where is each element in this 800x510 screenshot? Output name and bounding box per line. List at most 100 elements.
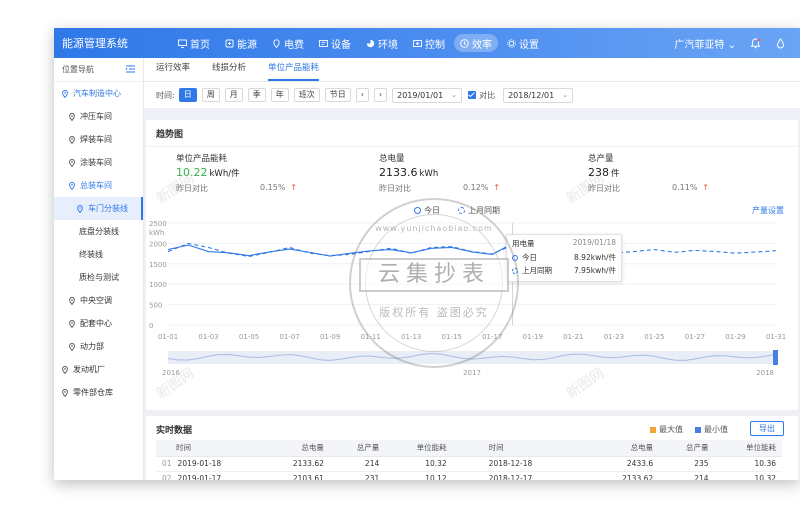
location-pin-icon	[68, 181, 76, 190]
export-button[interactable]: 导出	[750, 421, 784, 436]
brush-year-label: 2017	[463, 369, 481, 377]
compare-date-value: 2018/12/01	[508, 90, 555, 100]
y-tick-label: 1500	[149, 261, 167, 269]
tab-1[interactable]: 线损分析	[212, 57, 246, 81]
sidebar-item-5[interactable]: 车门分装线	[54, 197, 143, 220]
period-button-2[interactable]: 月	[224, 88, 243, 102]
table-header-cell: 总电量	[260, 440, 330, 457]
circle-icon	[512, 254, 518, 261]
prev-button[interactable]: ‹	[355, 88, 369, 102]
nav-item-0[interactable]: 首页	[172, 34, 216, 52]
table-cell: 214	[329, 456, 386, 472]
location-pin-icon	[68, 135, 76, 144]
chevron-down-icon: ⌄	[727, 39, 736, 51]
sidebar-item-6[interactable]: 底盘分装线	[54, 220, 143, 243]
sidebar-item-4[interactable]: 总装车间	[54, 174, 143, 197]
compare-checkbox[interactable]	[468, 91, 477, 99]
x-tick-label: 01-09	[320, 333, 340, 341]
sidebar-item-12[interactable]: 发动机厂	[54, 358, 143, 381]
app-title: 能源管理系统	[62, 37, 128, 50]
nav-item-4[interactable]: 环境	[360, 34, 404, 52]
kpi-value: 10.22	[176, 166, 208, 179]
sidebar-item-7[interactable]: 终装线	[54, 243, 143, 266]
nav-item-label: 环境	[378, 39, 398, 51]
sidebar-item-2[interactable]: 焊装车间	[54, 128, 143, 151]
period-button-3[interactable]: 季	[247, 88, 266, 102]
series-line-1	[167, 242, 777, 258]
kpi-compare-pct: 0.12%	[463, 183, 489, 192]
sidebar-item-label: 冲压车间	[80, 112, 112, 121]
bell-icon[interactable]	[750, 37, 761, 49]
next-button[interactable]: ›	[373, 88, 388, 102]
legend-min: 最小值	[695, 424, 728, 435]
table-cell: 2133.62	[590, 471, 660, 480]
sidebar-item-10[interactable]: 配套中心	[54, 312, 143, 335]
period-button-6[interactable]: 节日	[324, 88, 351, 102]
table-header-cell: 总产量	[659, 440, 715, 457]
table-header-cell: 单位能耗	[385, 440, 453, 457]
compare-date-picker[interactable]: 2018/12/01 ⌄	[503, 87, 574, 103]
drop-icon[interactable]	[775, 37, 786, 49]
sidebar-item-3[interactable]: 涂装车间	[54, 151, 143, 174]
pie-icon	[366, 39, 375, 48]
dashed-circle-icon	[458, 207, 465, 214]
nav-item-label: 首页	[190, 39, 210, 51]
sidebar-item-0[interactable]: 汽车制造中心	[54, 82, 143, 105]
sidebar-tree: 汽车制造中心冲压车间焊装车间涂装车间总装车间车门分装线底盘分装线终装线 质检与测试…	[54, 82, 143, 404]
user-menu[interactable]: 广汽菲亚特 ⌄	[674, 36, 736, 51]
location-pin-icon	[68, 158, 76, 167]
period-button-5[interactable]: 班次	[293, 88, 320, 102]
x-tick-label: 01-29	[725, 333, 745, 341]
x-tick-label: 01-01	[158, 333, 178, 341]
sidebar-header: 位置导航	[54, 58, 143, 82]
kpi-unit: kWh/件	[209, 169, 240, 179]
nav-item-2[interactable]: 电费	[266, 34, 310, 52]
divider	[146, 146, 798, 147]
row-index: 01	[156, 456, 172, 472]
nav-item-5[interactable]: 控制	[407, 34, 451, 52]
sidebar-item-13[interactable]: 零件部仓库	[54, 381, 143, 404]
tooltip-row-label: 今日	[522, 253, 537, 262]
nav-item-6[interactable]: 效率	[454, 34, 498, 52]
sidebar-item-label: 底盘分装线	[79, 227, 119, 236]
nav-item-7[interactable]: 设置	[501, 34, 545, 52]
nav-item-label: 控制	[425, 39, 445, 51]
table-cell: 10.36	[714, 456, 782, 472]
location-pin-icon	[61, 365, 69, 374]
sidebar-item-9[interactable]: 中央空调	[54, 289, 143, 312]
main-content: 运行效率 线损分析 单位产品能耗 时间: 日周月季年班次 节日 ‹ › 2019/01…	[144, 58, 800, 480]
sidebar-item-8[interactable]: 质检与测试	[54, 266, 143, 289]
table-body: 01 2019-01-18 2133.62 214 10.32 2018-12-18 243…	[156, 456, 782, 480]
brush-handle[interactable]	[773, 350, 778, 365]
table-row: 02 2019-01-17 2103.61 231 10.12 2018-12-17 213…	[156, 471, 782, 480]
sidebar-item-11[interactable]: 动力部	[54, 335, 143, 358]
kpi-label: 总电量	[379, 154, 405, 164]
control-icon	[413, 39, 422, 48]
x-tick-label: 01-17	[482, 333, 502, 341]
nav-item-3[interactable]: 设备	[313, 34, 357, 52]
tab-0[interactable]: 运行效率	[156, 57, 190, 81]
sidebar-item-label: 涂装车间	[80, 158, 112, 167]
y-axis-unit: kWh	[149, 229, 164, 237]
sidebar-item-label: 零件部仓库	[73, 388, 113, 397]
kpi-value: 238	[588, 166, 609, 179]
max-color-swatch	[650, 426, 656, 433]
sidebar-item-label: 车门分装线	[88, 204, 128, 213]
sidebar-item-1[interactable]: 冲压车间	[54, 105, 143, 128]
period-button-4[interactable]: 年	[270, 88, 289, 102]
kpi-compare-pct: 0.11%	[672, 183, 698, 192]
tab-2[interactable]: 单位产品能耗	[268, 57, 320, 81]
legend-min-label: 最小值	[704, 425, 728, 434]
period-button-1[interactable]: 周	[201, 88, 220, 102]
nav-item-1[interactable]: 能源	[219, 34, 263, 52]
table-header-cell: 总电量	[590, 440, 660, 457]
series-line-0	[167, 242, 513, 257]
min-color-swatch	[695, 426, 701, 433]
date-picker[interactable]: 2019/01/01 ⌄	[392, 87, 463, 103]
realtime-card: 实时数据 最大值 最小值 导出 时间 总电量 总产量 单位能耗 时间 总电量 总产量 单位能耗…	[146, 416, 798, 480]
compare-label: 对比	[479, 90, 496, 100]
x-tick-label: 01-25	[644, 333, 664, 341]
collapse-menu-icon[interactable]	[126, 65, 135, 75]
analysis-tabs: 运行效率 线损分析 单位产品能耗	[144, 58, 800, 82]
period-button-0[interactable]: 日	[178, 88, 197, 102]
